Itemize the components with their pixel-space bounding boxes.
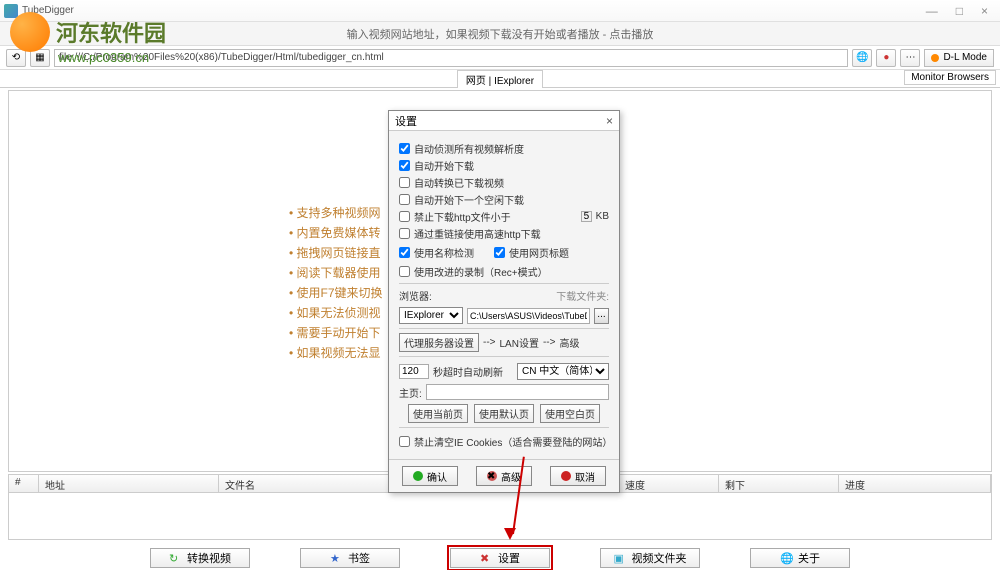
- browser-label: 浏览器:: [399, 288, 432, 303]
- browser-select[interactable]: IExplorer: [399, 307, 463, 324]
- chk-auto-detect[interactable]: 自动侦测所有视频解析度: [399, 141, 609, 156]
- download-path-input[interactable]: [467, 308, 590, 324]
- use-current-button[interactable]: 使用当前页: [408, 404, 468, 423]
- dialog-title-bar: 设置 ×: [389, 111, 619, 131]
- homepage-input[interactable]: [426, 384, 609, 400]
- table-body: [9, 493, 991, 539]
- hint-bar: 输入视频网站地址，如果视频下载没有开始或者播放 - 点击播放: [0, 22, 1000, 46]
- chk-name-check[interactable]: 使用名称检测: [399, 245, 474, 260]
- col-addr[interactable]: 地址: [39, 475, 219, 492]
- record-icon[interactable]: ●: [876, 49, 896, 67]
- dialog-close-button[interactable]: ×: [606, 114, 613, 128]
- chk-redirect[interactable]: 通过重链接使用高速http下载: [399, 226, 609, 241]
- minimize-button[interactable]: —: [926, 4, 938, 18]
- chk-auto-convert[interactable]: 自动转换已下载视频: [399, 175, 609, 190]
- col-left[interactable]: 剩下: [719, 475, 839, 492]
- app-title: TubeDigger: [22, 5, 74, 16]
- dl-mode-button[interactable]: D-L Mode: [924, 49, 994, 67]
- monitor-browsers-button[interactable]: Monitor Browsers: [904, 70, 996, 85]
- col-speed[interactable]: 速度: [619, 475, 719, 492]
- language-select[interactable]: CN 中文（简体）: [517, 363, 609, 380]
- chk-cookies[interactable]: 禁止清空IE Cookies（适合需要登陆的网站）: [399, 427, 609, 449]
- folder-label: 下载文件夹:: [556, 288, 609, 303]
- list-item: 支持多种视频网: [289, 203, 383, 223]
- options-icon[interactable]: ⋯: [900, 49, 920, 67]
- list-item: 阅读下载器使用: [289, 263, 383, 283]
- list-item: 内置免费媒体转: [289, 223, 383, 243]
- chk-min-size[interactable]: [399, 211, 410, 222]
- chk-rec-plus[interactable]: 使用改进的录制（Rec+模式）: [399, 264, 609, 279]
- settings-button[interactable]: ✖设置: [450, 548, 550, 568]
- cancel-button[interactable]: 取消: [550, 466, 606, 486]
- use-blank-button[interactable]: 使用空白页: [540, 404, 600, 423]
- title-bar: TubeDigger — □ ×: [0, 0, 1000, 22]
- maximize-button[interactable]: □: [956, 4, 963, 18]
- chk-min-size-row: 禁止下载http文件小于 KB: [399, 209, 609, 224]
- proxy-settings-button[interactable]: 代理服务器设置: [399, 333, 479, 352]
- bookmark-button[interactable]: ★书签: [300, 548, 400, 568]
- feature-list: 支持多种视频网 内置免费媒体转 拖拽网页链接直 阅读下载器使用 使用F7键来切换…: [289, 203, 383, 363]
- annotation-arrow-head: [504, 528, 516, 540]
- video-folder-button[interactable]: ▣视频文件夹: [600, 548, 700, 568]
- chk-page-title[interactable]: 使用网页标题: [494, 245, 569, 260]
- list-item: 如果视频无法显: [289, 343, 383, 363]
- address-bar: ⟲ ▦ file:///C:/Program%20Files%20(x86)/T…: [0, 46, 1000, 70]
- app-icon: [4, 4, 18, 18]
- list-item: 使用F7键来切换: [289, 283, 383, 303]
- list-item: 需要手动开始下: [289, 323, 383, 343]
- convert-video-button[interactable]: ↻转换视频: [150, 548, 250, 568]
- nav-button-1[interactable]: ⟲: [6, 49, 26, 67]
- settings-dialog: 设置 × 自动侦测所有视频解析度 自动开始下载 自动转换已下载视频 自动开始下一…: [388, 110, 620, 493]
- min-size-input[interactable]: [581, 211, 592, 222]
- tab-webpage[interactable]: 网页 | IExplorer: [457, 70, 543, 88]
- close-button[interactable]: ×: [981, 4, 988, 18]
- hint-text: 输入视频网站地址，如果视频下载没有开始或者播放 - 点击播放: [347, 26, 654, 42]
- folder-icon: ▣: [614, 552, 626, 564]
- list-item: 如果无法侦测视: [289, 303, 383, 323]
- chk-next-slot[interactable]: 自动开始下一个空闲下载: [399, 192, 609, 207]
- homepage-label: 主页:: [399, 385, 422, 400]
- chk-auto-start[interactable]: 自动开始下载: [399, 158, 609, 173]
- use-default-button[interactable]: 使用默认页: [474, 404, 534, 423]
- ok-button[interactable]: 确认: [402, 466, 458, 486]
- col-progress[interactable]: 进度: [839, 475, 991, 492]
- list-item: 拖拽网页链接直: [289, 243, 383, 263]
- tools-icon: ✖: [480, 552, 492, 564]
- col-file[interactable]: 文件名: [219, 475, 399, 492]
- cancel-icon: [561, 471, 571, 481]
- check-icon: [413, 471, 423, 481]
- globe-icon: 🌐: [780, 552, 792, 564]
- tab-bar: 网页 | IExplorer Monitor Browsers: [0, 70, 1000, 88]
- tools-icon: ✖: [487, 471, 497, 481]
- bottom-toolbar: ↻转换视频 ★书签 ✖设置 ▣视频文件夹 🌐关于: [0, 542, 1000, 570]
- col-num[interactable]: #: [9, 475, 39, 492]
- advanced-button[interactable]: ✖高级: [476, 466, 532, 486]
- about-button[interactable]: 🌐关于: [750, 548, 850, 568]
- nav-button-2[interactable]: ▦: [30, 49, 50, 67]
- globe-icon[interactable]: 🌐: [852, 49, 872, 67]
- dialog-title: 设置: [395, 113, 417, 129]
- convert-icon: ↻: [169, 552, 181, 564]
- url-input[interactable]: file:///C:/Program%20Files%20(x86)/TubeD…: [54, 49, 848, 67]
- browse-button[interactable]: ...: [594, 308, 609, 324]
- timeout-input[interactable]: [399, 364, 429, 379]
- star-icon: ★: [330, 552, 342, 564]
